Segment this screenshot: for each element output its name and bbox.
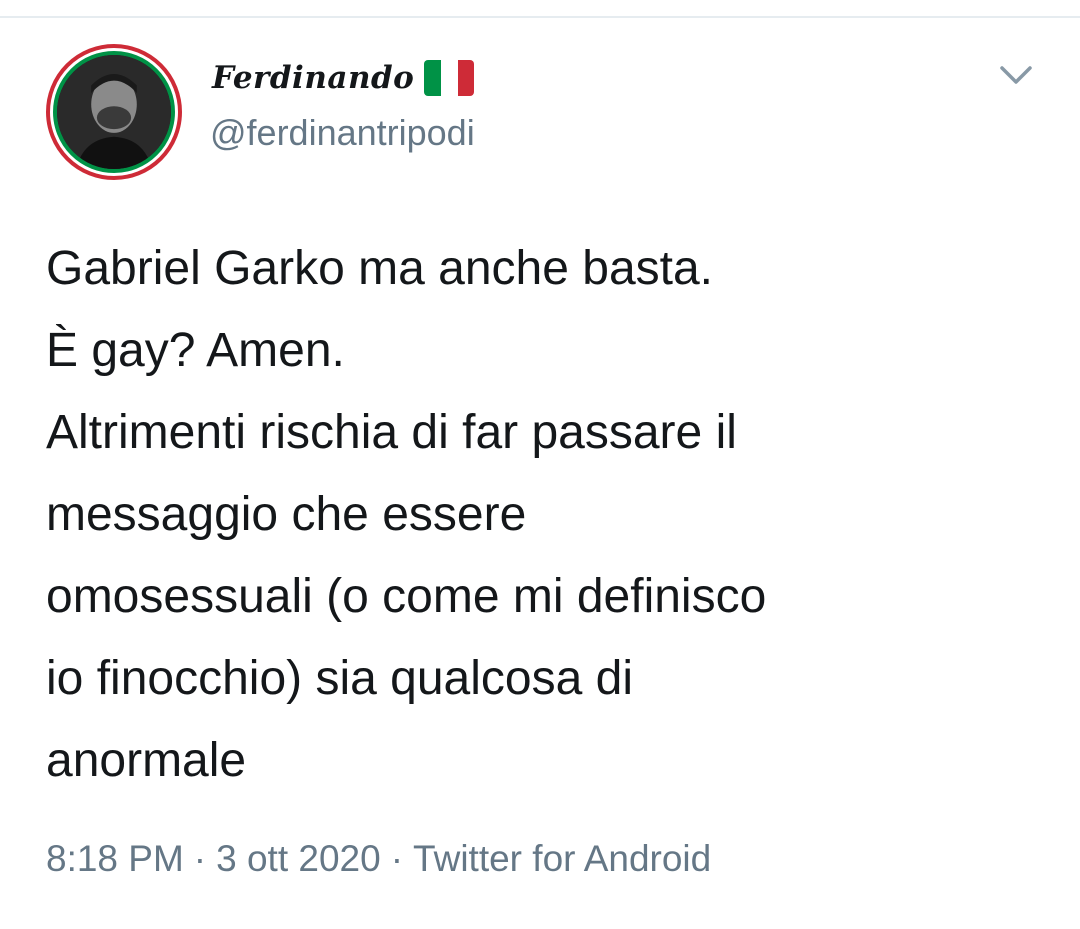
- tweet-source[interactable]: Twitter for Android: [413, 838, 711, 879]
- tweet-text-line: Altrimenti rischia di far passare il: [46, 406, 737, 459]
- tweet-time[interactable]: 8:18 PM: [46, 838, 184, 879]
- chevron-down-icon[interactable]: [996, 58, 1036, 94]
- meta-separator: ·: [193, 838, 207, 879]
- tweet-text-line: È gay? Amen.: [46, 324, 345, 377]
- tweet-text-line: messaggio che essere: [46, 488, 527, 541]
- author-name-row[interactable]: Ferdinando: [212, 58, 475, 98]
- top-divider: [0, 0, 1080, 18]
- italy-flag-icon: [424, 60, 475, 96]
- author-handle[interactable]: @ferdinantripodi: [210, 112, 475, 154]
- meta-separator: ·: [390, 838, 404, 879]
- tweet-text: Gabriel Garko ma anche basta. È gay? Ame…: [46, 228, 1046, 802]
- display-name[interactable]: Ferdinando: [212, 60, 414, 96]
- tweet-text-line: io finocchio) sia qualcosa di: [46, 652, 633, 705]
- profile-photo: [53, 51, 175, 173]
- avatar[interactable]: [46, 44, 182, 180]
- tweet-text-line: anormale: [46, 734, 247, 787]
- tweet-text-line: omosessuali (o come mi definisco: [46, 570, 767, 623]
- tweet-date[interactable]: 3 ott 2020: [216, 838, 381, 879]
- tweet-meta: 8:18 PM · 3 ott 2020 · Twitter for Android: [46, 838, 711, 880]
- profile-photo-image: [57, 55, 171, 169]
- tweet-text-line: Gabriel Garko ma anche basta.: [46, 242, 714, 295]
